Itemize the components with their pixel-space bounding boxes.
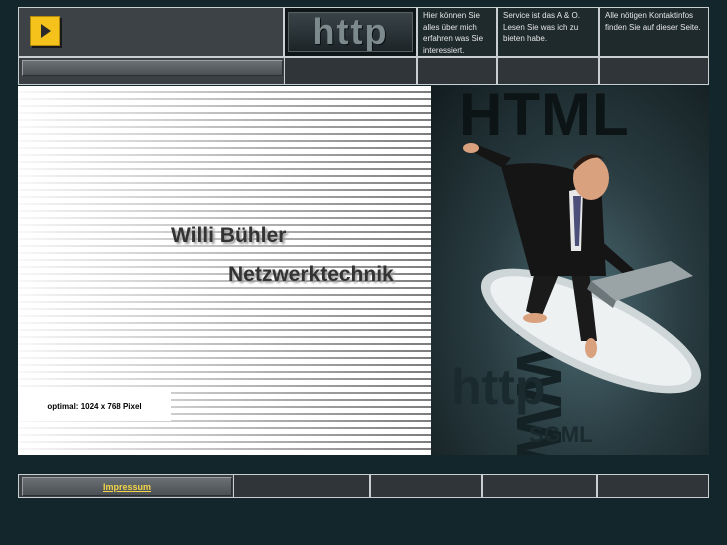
nav-cell-5[interactable] <box>599 57 709 85</box>
nav-cell-3[interactable] <box>417 57 497 85</box>
impressum-button[interactable]: Impressum <box>22 477 232 496</box>
info-text-contact: Alle nötigen Kontaktinfos finden Sie auf… <box>605 11 701 32</box>
http-logo: http <box>288 12 413 52</box>
arrow-button[interactable] <box>30 16 60 46</box>
info-cell-service: Service ist das A & O. Lesen Sie was ich… <box>497 7 599 57</box>
surfer-illustration <box>463 143 702 394</box>
footer-cell-4[interactable] <box>482 474 597 498</box>
http-logo-cell: http <box>284 7 417 57</box>
footer-cell-2[interactable] <box>233 474 370 498</box>
nav-bar-1[interactable] <box>22 60 283 76</box>
footer-cell-5[interactable] <box>597 474 709 498</box>
surfer-image: HTML WWW http SGML <box>431 86 709 455</box>
site-owner-name: Willi Bühler <box>171 224 287 247</box>
nav-cell-2[interactable] <box>284 57 417 85</box>
info-text-about: Hier können Sie alles über mich erfahren… <box>423 11 484 55</box>
impressum-link[interactable]: Impressum <box>103 482 151 492</box>
play-arrow-icon <box>41 24 51 38</box>
site-subtitle: Netzwerktechnik <box>228 263 394 286</box>
info-text-service: Service ist das A & O. Lesen Sie was ich… <box>503 11 580 43</box>
info-cell-about: Hier können Sie alles über mich erfahren… <box>417 7 497 57</box>
header-nav-cell <box>18 7 284 57</box>
footer-cell-3[interactable] <box>370 474 482 498</box>
nav-cell-4[interactable] <box>497 57 599 85</box>
info-cell-contact: Alle nötigen Kontaktinfos finden Sie auf… <box>599 7 709 57</box>
resolution-note: optimal: 1024 x 768 Pixel <box>18 392 171 421</box>
http-logo-text: http <box>312 12 389 52</box>
